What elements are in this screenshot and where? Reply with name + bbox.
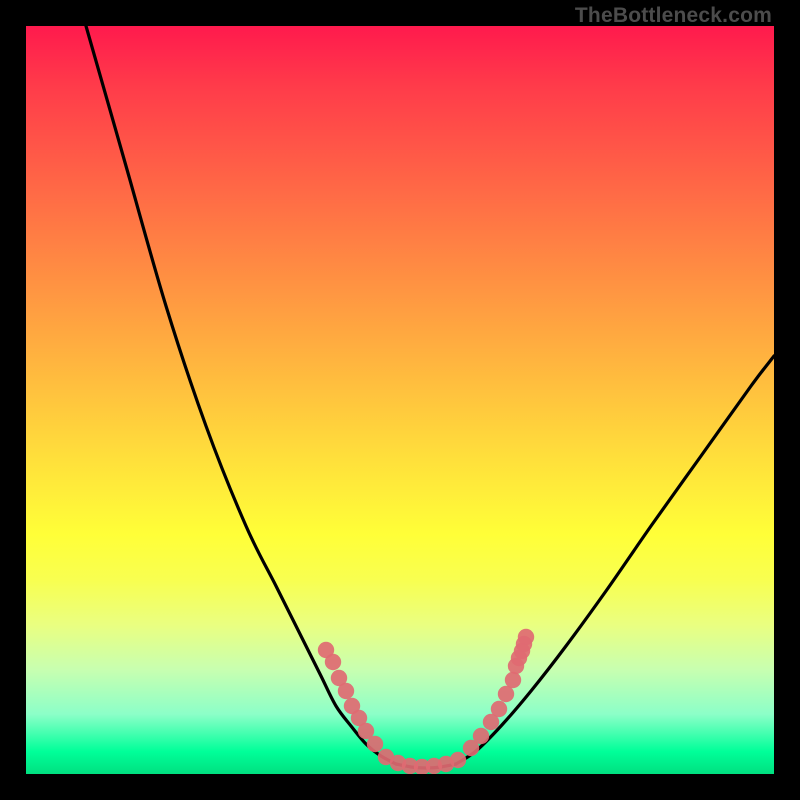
data-dot: [325, 654, 341, 670]
data-dots: [318, 629, 534, 774]
watermark-text: TheBottleneck.com: [575, 4, 772, 28]
data-dot: [367, 736, 383, 752]
chart-frame: TheBottleneck.com: [0, 0, 800, 800]
data-dot: [518, 629, 534, 645]
data-dot: [498, 686, 514, 702]
data-dot: [450, 752, 466, 768]
bottleneck-curve: [86, 26, 774, 768]
data-dot: [338, 683, 354, 699]
plot-area: [26, 26, 774, 774]
data-dot: [491, 701, 507, 717]
curves-svg: [26, 26, 774, 774]
data-dot: [473, 728, 489, 744]
data-dot: [505, 672, 521, 688]
